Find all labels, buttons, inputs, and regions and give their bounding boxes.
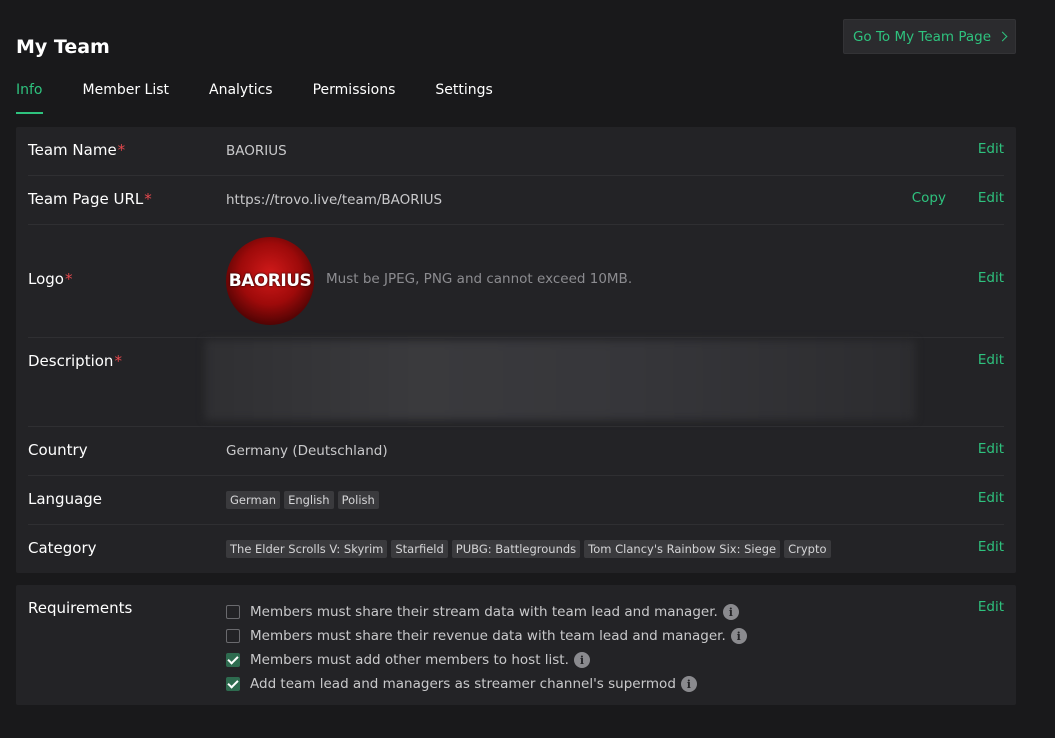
description-row: Description* Edit [28, 338, 1004, 427]
tab-bar: Info Member List Analytics Permissions S… [16, 80, 533, 114]
team-name-edit-button[interactable]: Edit [978, 141, 1004, 157]
requirements-edit-button[interactable]: Edit [978, 599, 1004, 615]
requirement-checkbox[interactable] [226, 677, 240, 691]
category-tag: PUBG: Battlegrounds [451, 540, 581, 558]
requirements-list: Members must share their stream data wit… [226, 600, 747, 696]
page-title: My Team [16, 36, 110, 58]
info-icon[interactable]: i [722, 604, 739, 620]
country-label: Country [28, 441, 88, 459]
description-blurred-text [205, 340, 915, 420]
my-team-page: My Team Go To My Team Page Info Member L… [0, 0, 1055, 738]
requirement-text: Members must share their stream data wit… [250, 604, 718, 620]
country-value: Germany (Deutschland) [226, 443, 388, 459]
team-info-card: Team Name* BAORIUS Edit Team Page URL* h… [16, 127, 1016, 573]
requirements-label: Requirements [28, 599, 133, 617]
team-url-value: https://trovo.live/team/BAORIUS [226, 192, 443, 208]
logo-wordmark: BAORIUS [228, 271, 312, 291]
requirement-text: Members must share their revenue data wi… [250, 628, 726, 644]
team-name-label: Team Name* [28, 141, 126, 159]
info-icon[interactable]: i [730, 628, 747, 644]
language-row: Language German English Polish Edit [28, 476, 1004, 525]
category-tag: Tom Clancy's Rainbow Six: Siege [584, 540, 781, 558]
info-icon[interactable]: i [573, 652, 590, 668]
requirement-item: Add team lead and managers as streamer c… [226, 672, 747, 696]
team-url-row: Team Page URL* https://trovo.live/team/B… [28, 176, 1004, 225]
info-icon[interactable]: i [680, 676, 697, 692]
category-tags: The Elder Scrolls V: Skyrim Starfield PU… [226, 540, 831, 558]
category-tag: Starfield [391, 540, 448, 558]
language-label: Language [28, 490, 103, 508]
category-row: Category The Elder Scrolls V: Skyrim Sta… [28, 525, 1004, 573]
logo-label: Logo* [28, 270, 73, 288]
tab-member-list[interactable]: Member List [83, 80, 170, 114]
description-edit-button[interactable]: Edit [978, 352, 1004, 368]
category-label: Category [28, 539, 97, 557]
chevron-right-icon [997, 31, 1008, 42]
category-tag: The Elder Scrolls V: Skyrim [226, 540, 388, 558]
check-icon [227, 677, 239, 689]
tab-info[interactable]: Info [16, 80, 43, 114]
requirement-checkbox[interactable] [226, 605, 240, 619]
required-asterisk: * [114, 352, 122, 370]
language-tag: English [284, 491, 334, 509]
logo-row: Logo* BAORIUS Must be JPEG, PNG and cann… [28, 225, 1004, 338]
tab-settings[interactable]: Settings [435, 80, 492, 114]
tab-permissions[interactable]: Permissions [313, 80, 396, 114]
requirement-text: Members must add other members to host l… [250, 652, 569, 668]
required-asterisk: * [64, 270, 73, 288]
go-to-team-page-label: Go To My Team Page [852, 28, 992, 45]
requirement-item: Members must share their stream data wit… [226, 600, 747, 624]
team-name-value: BAORIUS [226, 143, 287, 159]
check-icon [227, 653, 239, 665]
description-label: Description* [28, 352, 122, 370]
country-row: Country Germany (Deutschland) Edit [28, 427, 1004, 476]
category-tag: Crypto [784, 540, 831, 558]
requirement-checkbox[interactable] [226, 653, 240, 667]
team-name-row: Team Name* BAORIUS Edit [28, 127, 1004, 176]
language-edit-button[interactable]: Edit [978, 490, 1004, 506]
team-url-copy-button[interactable]: Copy [912, 190, 946, 206]
requirement-item: Members must share their revenue data wi… [226, 624, 747, 648]
language-tag: Polish [337, 491, 379, 509]
country-edit-button[interactable]: Edit [978, 441, 1004, 457]
requirement-item: Members must add other members to host l… [226, 648, 747, 672]
team-url-edit-button[interactable]: Edit [978, 190, 1004, 206]
requirements-card: Requirements Members must share their st… [16, 585, 1016, 705]
go-to-team-page-button[interactable]: Go To My Team Page [843, 19, 1016, 54]
required-asterisk: * [144, 190, 152, 208]
category-edit-button[interactable]: Edit [978, 539, 1004, 555]
logo-upload-hint: Must be JPEG, PNG and cannot exceed 10MB… [326, 271, 633, 287]
required-asterisk: * [117, 141, 126, 159]
team-logo-image: BAORIUS [226, 237, 314, 325]
tab-analytics[interactable]: Analytics [209, 80, 273, 114]
team-url-label: Team Page URL* [28, 190, 152, 208]
logo-edit-button[interactable]: Edit [978, 270, 1004, 286]
language-tag: German [226, 491, 281, 509]
requirement-checkbox[interactable] [226, 629, 240, 643]
requirement-text: Add team lead and managers as streamer c… [250, 676, 676, 692]
language-tags: German English Polish [226, 491, 379, 509]
